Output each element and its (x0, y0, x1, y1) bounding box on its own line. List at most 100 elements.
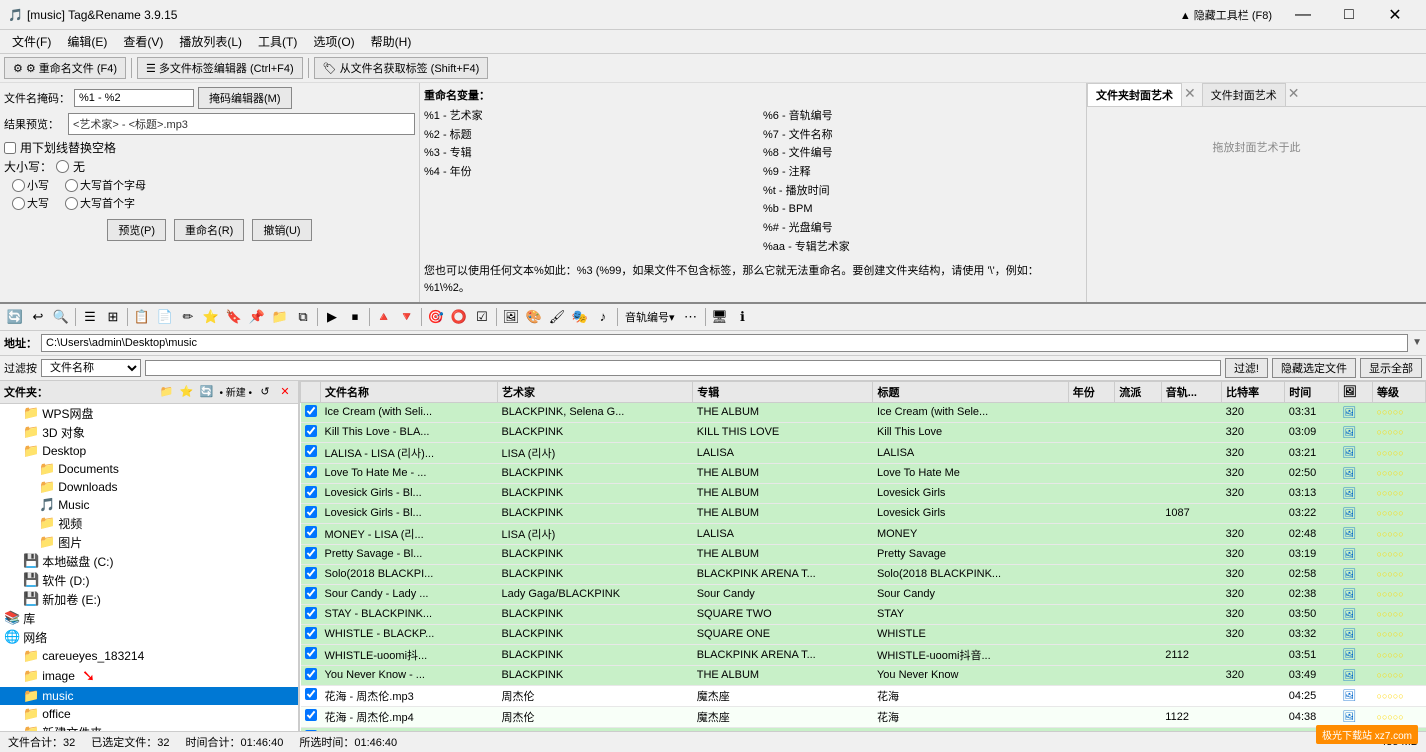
menu-tools[interactable]: 工具(T) (250, 31, 305, 52)
tb-folder[interactable]: 📁 (269, 306, 291, 328)
close-tab2-icon[interactable]: ✕ (1286, 83, 1302, 106)
row-checkbox[interactable] (305, 647, 317, 659)
close-button[interactable]: ✕ (1372, 0, 1418, 30)
tree-item-pictures[interactable]: 📁 图片 (0, 533, 298, 552)
row-checkbox[interactable] (305, 627, 317, 639)
col-bitrate[interactable]: 比特率 (1222, 381, 1285, 402)
tb-search[interactable]: 🔍 (50, 306, 72, 328)
col-genre[interactable]: 流派 (1115, 381, 1162, 402)
menu-file[interactable]: 文件(F) (4, 31, 59, 52)
table-row[interactable]: Pretty Savage - Bl... BLACKPINK THE ALBU… (301, 544, 1426, 564)
filter-apply-button[interactable]: 过滤! (1225, 358, 1268, 378)
menu-help[interactable]: 帮助(H) (363, 31, 420, 52)
row-checkbox[interactable] (305, 405, 317, 417)
maximize-button[interactable]: □ (1326, 0, 1372, 30)
row-checkbox[interactable] (305, 526, 317, 538)
tree-item-office[interactable]: 📁 office (0, 705, 298, 723)
minimize-button[interactable]: — (1280, 0, 1326, 30)
col-album[interactable]: 专辑 (693, 381, 873, 402)
col-img[interactable]: 🖼 (1338, 381, 1372, 402)
col-time[interactable]: 时间 (1285, 381, 1338, 402)
tb-img2[interactable]: 🎨 (523, 306, 545, 328)
tb-refresh[interactable]: 🔄 (4, 306, 26, 328)
table-row[interactable]: Ice Cream (with Seli... BLACKPINK, Selen… (301, 402, 1426, 422)
menu-options[interactable]: 选项(O) (305, 31, 362, 52)
table-row[interactable]: You Never Know - ... BLACKPINK THE ALBUM… (301, 665, 1426, 685)
table-row[interactable]: WHISTLE - BLACKP... BLACKPINK SQUARE ONE… (301, 624, 1426, 644)
case-first-cap-radio[interactable] (65, 179, 78, 192)
row-checkbox[interactable] (305, 445, 317, 457)
tb-check[interactable]: ☑ (471, 306, 493, 328)
close-tab1-icon[interactable]: ✕ (1182, 83, 1198, 106)
table-row[interactable]: LALISA - LISA (리사)... LISA (리사) LALISA L… (301, 442, 1426, 463)
tb-pin[interactable]: 📌 (246, 306, 268, 328)
tb-monitor[interactable]: 🖥 (709, 306, 731, 328)
row-checkbox[interactable] (305, 486, 317, 498)
tb-details[interactable]: ⊞ (102, 306, 124, 328)
tb-list[interactable]: ☰ (79, 306, 101, 328)
tb-star[interactable]: ⭐ (200, 306, 222, 328)
tb-stop[interactable]: ⏹ (344, 306, 366, 328)
col-track[interactable]: 音轨... (1161, 381, 1221, 402)
col-filename[interactable]: 文件名称 (321, 381, 498, 402)
cover-tab-file[interactable]: 文件封面艺术 (1202, 83, 1286, 106)
tree-item-documents[interactable]: 📁 Documents (0, 460, 298, 478)
tree-item-image[interactable]: 📁 image ➘ (0, 665, 298, 687)
tb-info[interactable]: ℹ (732, 306, 754, 328)
tree-fav-btn[interactable]: ⭐ (177, 383, 195, 401)
row-checkbox[interactable] (305, 506, 317, 518)
table-row[interactable]: Lovesick Girls - Bl... BLACKPINK THE ALB… (301, 503, 1426, 523)
underscore-checkbox[interactable] (4, 142, 16, 154)
tb-dots[interactable]: ⋯ (680, 306, 702, 328)
filter-input[interactable] (145, 360, 1221, 376)
row-checkbox[interactable] (305, 547, 317, 559)
tree-item-ddrive[interactable]: 💾 软件 (D:) (0, 571, 298, 590)
tb-back[interactable]: ↩ (27, 306, 49, 328)
tb-triangle-up[interactable]: 🔺 (373, 306, 395, 328)
row-checkbox[interactable] (305, 668, 317, 680)
tree-item-cdrive[interactable]: 💾 本地磁盘 (C:) (0, 552, 298, 571)
rename-button[interactable]: 重命名(R) (174, 219, 244, 241)
col-year[interactable]: 年份 (1068, 381, 1115, 402)
table-row[interactable]: STAY - BLACKPINK... BLACKPINK SQUARE TWO… (301, 604, 1426, 624)
table-row[interactable]: Sour Candy - Lady ... Lady Gaga/BLACKPIN… (301, 584, 1426, 604)
col-title[interactable]: 标题 (873, 381, 1068, 402)
case-none-radio[interactable] (56, 160, 69, 173)
tb-bookmark[interactable]: 🔖 (223, 306, 245, 328)
row-checkbox[interactable] (305, 607, 317, 619)
rename-files-button[interactable]: ⚙ ⚙ 重命名文件 (F4) (4, 57, 126, 79)
tree-close-btn[interactable]: ✕ (276, 383, 294, 401)
tb-target[interactable]: 🎯 (425, 306, 447, 328)
case-first-word-radio[interactable] (65, 197, 78, 210)
tb-copy2[interactable]: ⧉ (292, 306, 314, 328)
row-checkbox[interactable] (305, 466, 317, 478)
multi-tag-editor-button[interactable]: ☰ 多文件标签编辑器 (Ctrl+F4) (137, 57, 303, 79)
tree-item-network[interactable]: 🌐 网络 (0, 628, 298, 647)
filter-field-select[interactable]: 文件名称 艺术家 标题 (41, 359, 141, 377)
table-row[interactable]: Kill This Love - BLA... BLACKPINK KILL T… (301, 422, 1426, 442)
tree-new-btn[interactable]: 📁 (157, 383, 175, 401)
tb-img4[interactable]: 🎭 (569, 306, 591, 328)
row-checkbox[interactable] (305, 688, 317, 700)
col-check[interactable] (301, 381, 321, 402)
encoder-button[interactable]: 掩码编辑器(M) (198, 87, 292, 109)
tree-item-new-folder[interactable]: 📁 新建文件夹 (0, 723, 298, 731)
tree-item-music-selected[interactable]: 📁 music (0, 687, 298, 705)
address-input[interactable] (41, 334, 1408, 352)
tb-circle[interactable]: ⭕ (448, 306, 470, 328)
tree-item-downloads[interactable]: 📁 Downloads (0, 478, 298, 496)
filename-mask-input[interactable] (74, 89, 194, 107)
tree-item-wps[interactable]: 📁 WPS网盘 (0, 404, 298, 423)
filter-show-all-button[interactable]: 显示全部 (1360, 358, 1422, 378)
table-row[interactable]: MONEY - LISA (리... LISA (리사) LALISA MONE… (301, 523, 1426, 544)
tree-item-library[interactable]: 📚 库 (0, 609, 298, 628)
tb-pencil[interactable]: ✏ (177, 306, 199, 328)
row-checkbox[interactable] (305, 425, 317, 437)
tb-copy[interactable]: 📋 (131, 306, 153, 328)
tree-item-3d[interactable]: 📁 3D 对象 (0, 423, 298, 442)
tb-img1[interactable]: 🖼 (500, 306, 522, 328)
tree-item-edrive[interactable]: 💾 新加卷 (E:) (0, 590, 298, 609)
menu-playlist[interactable]: 播放列表(L) (171, 31, 250, 52)
table-row[interactable]: Love To Hate Me - ... BLACKPINK THE ALBU… (301, 463, 1426, 483)
tb-img3[interactable]: 🖌 (546, 306, 568, 328)
